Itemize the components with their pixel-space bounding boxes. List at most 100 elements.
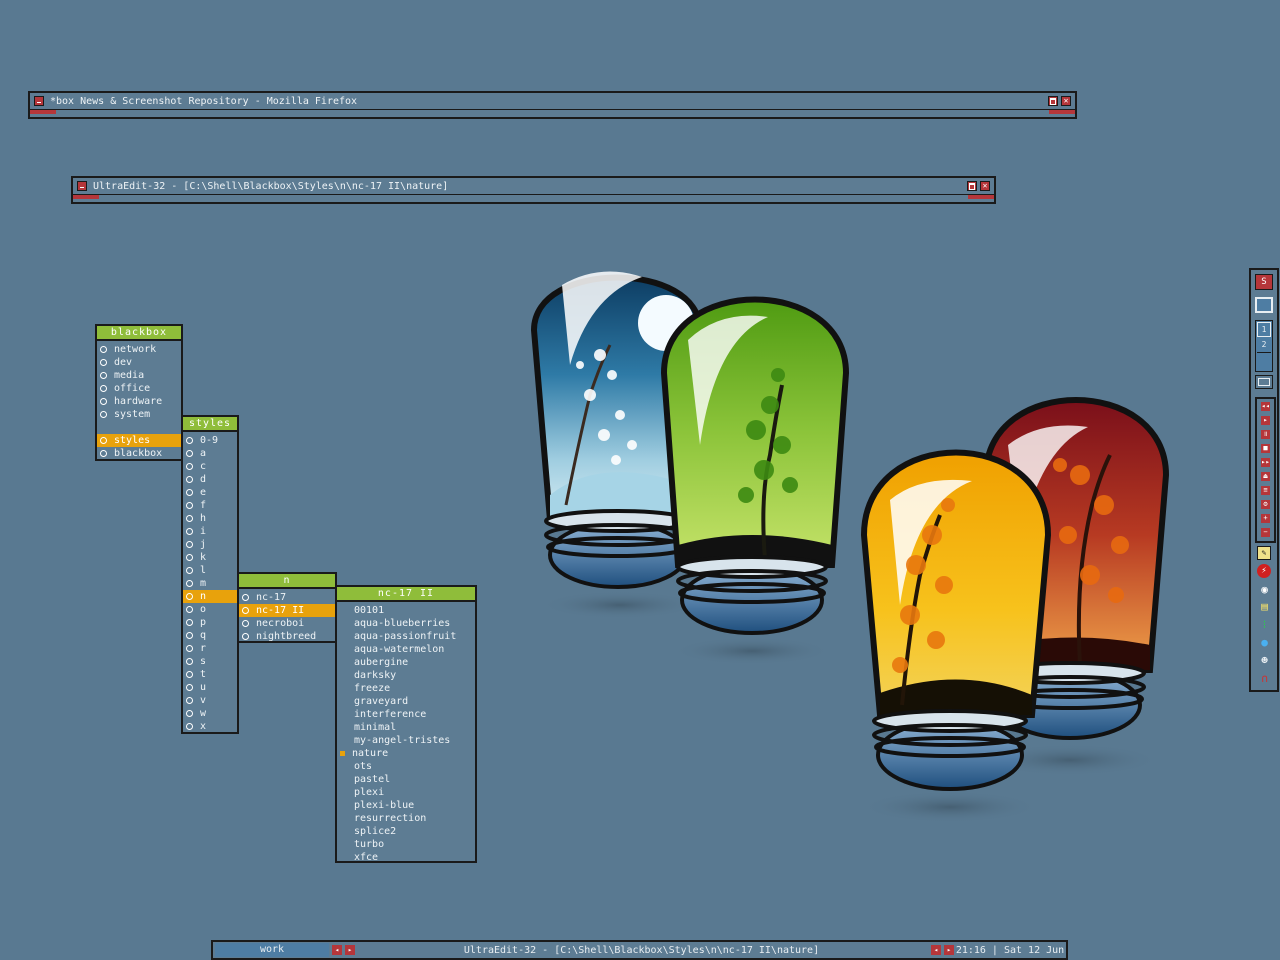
firefox-titlebar[interactable]: *box News & Screenshot Repository - Mozi… — [30, 93, 1075, 109]
maximize-button[interactable] — [1048, 96, 1058, 106]
menu-item[interactable]: styles — [97, 434, 181, 447]
stop-button[interactable]: ■ — [1257, 441, 1274, 455]
menu-item[interactable]: freeze — [337, 682, 475, 695]
alien-icon[interactable]: ☻ — [1257, 654, 1272, 668]
menu-item[interactable]: darksky — [337, 669, 475, 682]
menu-item[interactable]: graveyard — [337, 695, 475, 708]
menu-item[interactable]: hardware — [97, 395, 181, 408]
menu-item[interactable]: l — [183, 564, 237, 577]
eject-button[interactable]: ⏏ — [1257, 469, 1274, 483]
close-button[interactable]: ✕ — [1061, 96, 1071, 106]
window-handle[interactable] — [73, 194, 994, 199]
playlist-button[interactable]: ≡ — [1257, 483, 1274, 497]
sticky-notes-icon[interactable]: ▤ — [1257, 600, 1272, 614]
menu-item[interactable]: d — [183, 473, 237, 486]
menu-item[interactable]: resurrection — [337, 812, 475, 825]
menu-item[interactable]: dev — [97, 356, 181, 369]
menu-item[interactable]: nc-17 II — [239, 604, 335, 617]
menu-item[interactable]: minimal — [337, 721, 475, 734]
next-window-button[interactable]: ▸ — [944, 945, 954, 955]
menu-item[interactable]: blackbox — [97, 447, 181, 460]
window-preview-icon[interactable] — [1255, 297, 1273, 313]
resize-grip-right[interactable] — [1049, 110, 1075, 114]
menu-item[interactable]: c — [183, 460, 237, 473]
window-list-icon[interactable] — [1255, 375, 1273, 389]
rewind-button[interactable]: ◂◂ — [1257, 399, 1274, 413]
workspace-2-button[interactable]: 2 — [1257, 338, 1271, 351]
ultraedit-titlebar[interactable]: UltraEdit-32 - [C:\Shell\Blackbox\Styles… — [73, 178, 994, 194]
resize-grip-left[interactable] — [73, 195, 99, 199]
menu-item[interactable]: e — [183, 486, 237, 499]
menu-item[interactable]: plexi — [337, 786, 475, 799]
styles-menu-title[interactable]: styles — [183, 417, 237, 432]
n-styles-menu-title[interactable]: n — [239, 574, 335, 589]
antivirus-icon[interactable]: ⚡ — [1257, 564, 1271, 578]
volume-up-button[interactable]: + — [1257, 511, 1274, 525]
menu-item[interactable]: network — [97, 343, 181, 356]
menu-item[interactable]: turbo — [337, 838, 475, 851]
window-menu-icon[interactable] — [77, 181, 87, 191]
menu-item[interactable]: a — [183, 447, 237, 460]
menu-item[interactable]: u — [183, 681, 237, 694]
menu-item[interactable]: n — [183, 590, 237, 603]
notepad-icon[interactable]: ✎ — [1257, 546, 1271, 560]
maximize-button[interactable] — [967, 181, 977, 191]
menu-item[interactable]: aubergine — [337, 656, 475, 669]
workspace-label[interactable]: work — [215, 943, 329, 957]
menu-item[interactable]: s — [183, 655, 237, 668]
menu-item[interactable]: media — [97, 369, 181, 382]
settings-button[interactable]: ⚙ — [1257, 497, 1274, 511]
menu-item[interactable]: i — [183, 525, 237, 538]
menu-item[interactable]: nc-17 — [239, 591, 335, 604]
blackbox-logo-icon[interactable]: S — [1255, 274, 1273, 290]
magnet-icon[interactable]: ∩ — [1257, 672, 1272, 686]
nc17-ii-menu-title[interactable]: nc-17 II — [337, 587, 475, 602]
prev-window-button[interactable]: ◂ — [931, 945, 941, 955]
menu-item[interactable]: necroboi — [239, 617, 335, 630]
menu-item[interactable]: o — [183, 603, 237, 616]
menu-item[interactable]: q — [183, 629, 237, 642]
menu-item[interactable]: system — [97, 408, 181, 421]
menu-item[interactable]: nature — [337, 747, 475, 760]
traffic-light-icon[interactable]: ⁝ — [1257, 618, 1272, 632]
menu-item[interactable]: k — [183, 551, 237, 564]
menu-item[interactable]: 00101 — [337, 604, 475, 617]
workspace-3-button[interactable] — [1257, 352, 1271, 369]
menu-item[interactable]: interference — [337, 708, 475, 721]
menu-item[interactable]: ots — [337, 760, 475, 773]
menu-item[interactable]: v — [183, 694, 237, 707]
prev-workspace-button[interactable]: ◂ — [332, 945, 342, 955]
menu-item[interactable]: aqua-watermelon — [337, 643, 475, 656]
menu-item[interactable]: plexi-blue — [337, 799, 475, 812]
menu-item[interactable]: t — [183, 668, 237, 681]
menu-item[interactable]: 0-9 — [183, 434, 237, 447]
menu-item[interactable]: h — [183, 512, 237, 525]
menu-item[interactable]: f — [183, 499, 237, 512]
root-menu-title[interactable]: blackbox — [97, 326, 181, 341]
menu-item[interactable]: r — [183, 642, 237, 655]
resize-grip-left[interactable] — [30, 110, 56, 114]
menu-item[interactable]: x — [183, 720, 237, 733]
fast-forward-button[interactable]: ▸▸ — [1257, 455, 1274, 469]
menu-item[interactable]: nightbreed — [239, 630, 335, 643]
styles-menu[interactable]: styles 0-9 a c d e f h i j k l m n o p q r s t u v w x — [181, 415, 239, 734]
close-button[interactable]: ✕ — [980, 181, 990, 191]
menu-item[interactable]: office — [97, 382, 181, 395]
firefox-window[interactable]: *box News & Screenshot Repository - Mozi… — [28, 91, 1077, 119]
window-handle[interactable] — [30, 109, 1075, 114]
active-window-title[interactable]: UltraEdit-32 - [C:\Shell\Blackbox\Styles… — [355, 945, 928, 956]
menu-item[interactable]: w — [183, 707, 237, 720]
volume-down-button[interactable]: − — [1257, 525, 1274, 539]
menu-item[interactable]: j — [183, 538, 237, 551]
menu-item[interactable]: m — [183, 577, 237, 590]
menu-item[interactable]: p — [183, 616, 237, 629]
menu-item[interactable]: pastel — [337, 773, 475, 786]
globe-icon[interactable]: ● — [1257, 636, 1272, 650]
resize-grip-right[interactable] — [968, 195, 994, 199]
next-workspace-button[interactable]: ▸ — [345, 945, 355, 955]
network-icon[interactable]: ◉ — [1257, 583, 1272, 597]
menu-item[interactable]: aqua-passionfruit — [337, 630, 475, 643]
pause-button[interactable]: ॥ — [1257, 427, 1274, 441]
play-button[interactable]: ▸ — [1257, 413, 1274, 427]
n-styles-menu[interactable]: n nc-17 nc-17 II necroboi nightbreed — [237, 572, 337, 643]
